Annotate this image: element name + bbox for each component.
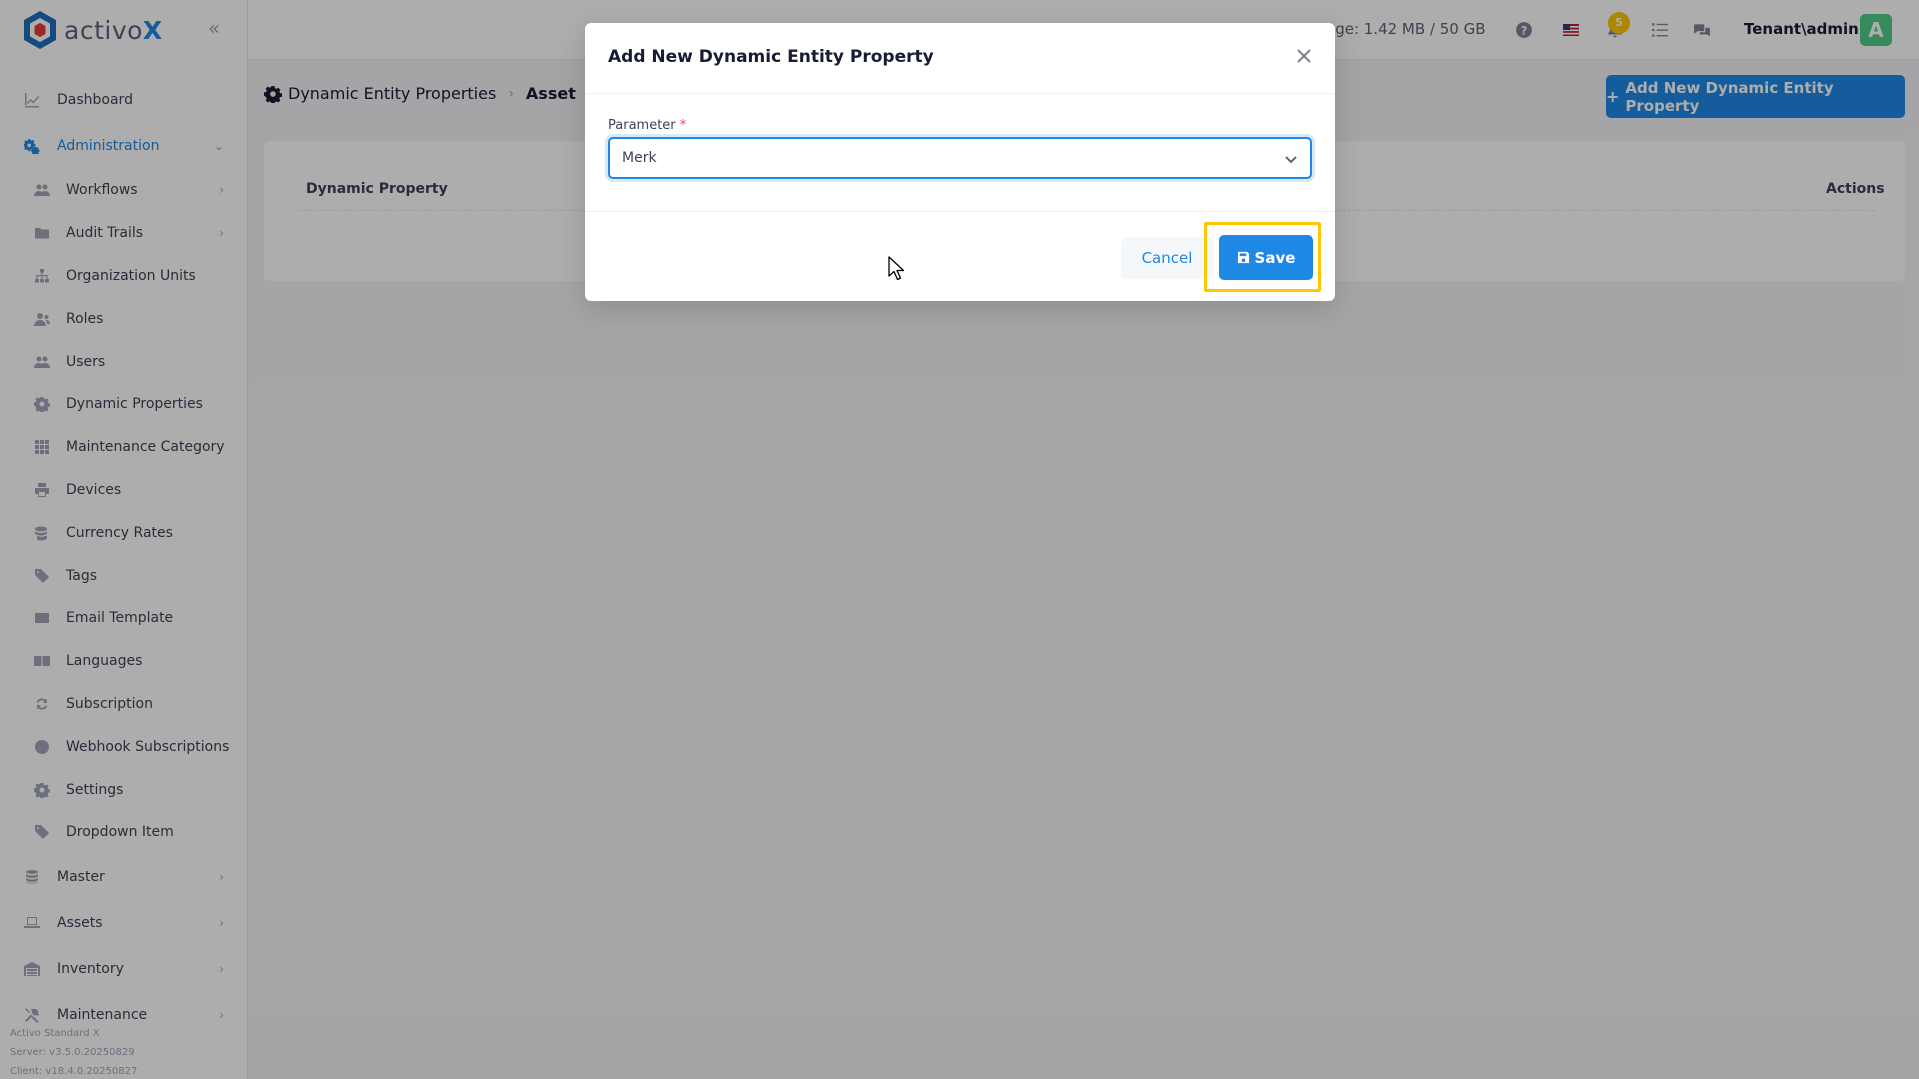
modal-footer-divider: [585, 211, 1335, 212]
mouse-cursor-icon: [888, 256, 905, 281]
floppy-disk-icon: [1237, 251, 1249, 264]
required-mark: *: [679, 118, 687, 133]
chevron-down-icon: [1284, 151, 1298, 165]
parameter-label: Parameter *: [608, 118, 687, 133]
parameter-select[interactable]: Merk: [608, 137, 1312, 179]
modal-title: Add New Dynamic Entity Property: [608, 47, 934, 67]
save-button-label: Save: [1254, 248, 1296, 267]
close-icon[interactable]: [1295, 47, 1317, 69]
cancel-button[interactable]: Cancel: [1121, 237, 1213, 279]
add-property-modal: Add New Dynamic Entity Property Paramete…: [585, 23, 1335, 301]
save-button[interactable]: Save: [1219, 235, 1313, 280]
modal-header: Add New Dynamic Entity Property: [585, 23, 1335, 94]
parameter-select-value: Merk: [622, 150, 657, 166]
